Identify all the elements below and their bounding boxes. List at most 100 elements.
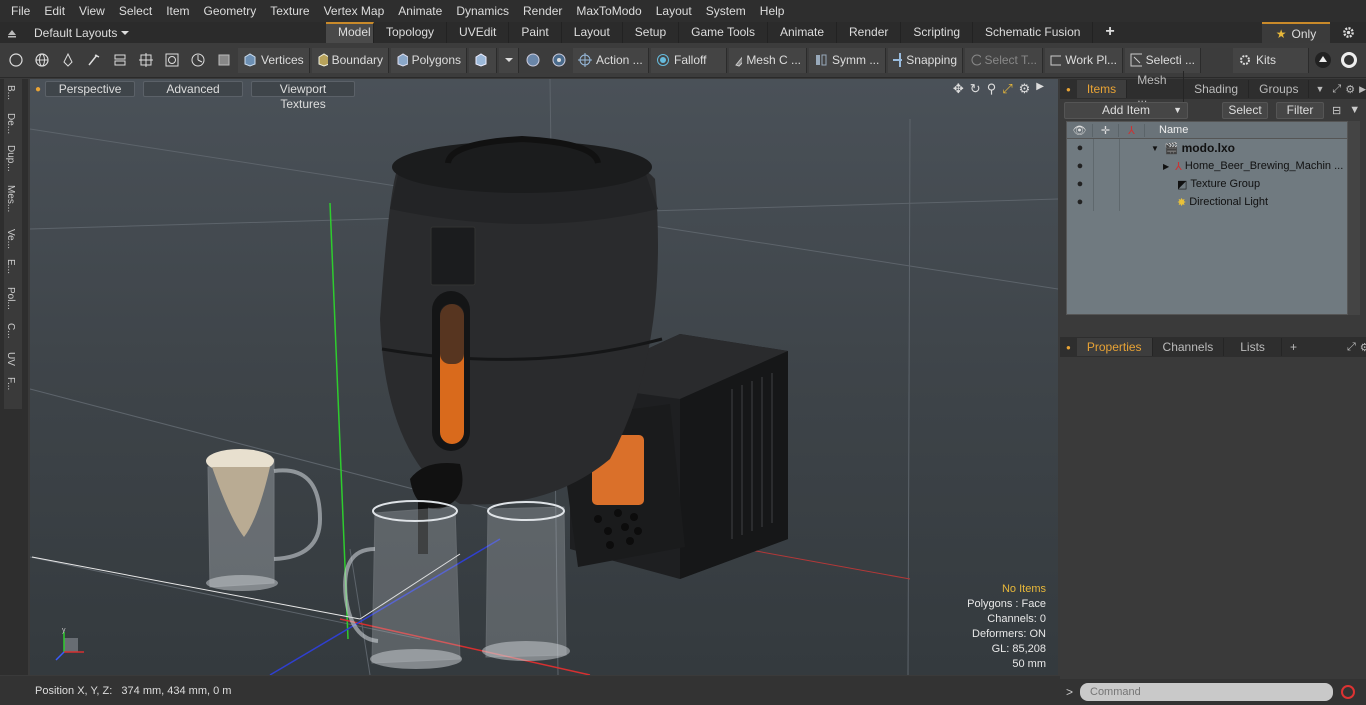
funnel-icon[interactable]: ▼	[1349, 104, 1360, 116]
tree-row-mesh[interactable]: ● ▶ ⅄ Home_Beer_Brewing_Machin ...	[1067, 157, 1347, 175]
tab-polygon[interactable]: Pol...	[5, 287, 16, 310]
tab-curve[interactable]: C...	[5, 323, 16, 339]
item-list-scrollbar[interactable]	[1348, 121, 1360, 315]
snapping-button[interactable]: Snapping	[888, 47, 963, 73]
menu-vertex-map[interactable]: Vertex Map	[317, 0, 392, 22]
fit-icon[interactable]: ⤢	[1002, 81, 1012, 97]
collapse-icon[interactable]: ⊟	[1332, 104, 1341, 117]
select-button[interactable]: Select	[1222, 101, 1268, 119]
shield-icon[interactable]	[212, 48, 236, 73]
eye-icon[interactable]: ●	[1067, 142, 1093, 154]
box-select-icon[interactable]	[160, 48, 184, 73]
tab-paint[interactable]: Paint	[509, 22, 562, 43]
viewport-menu-dot[interactable]: ●	[35, 84, 41, 95]
work-plane-button[interactable]: Work Pl...	[1045, 47, 1123, 73]
tab-uv[interactable]: UV	[5, 352, 16, 366]
tab-fusion[interactable]: F...	[5, 377, 16, 390]
tab-game-tools[interactable]: Game Tools	[679, 22, 768, 43]
menu-geometry[interactable]: Geometry	[197, 0, 264, 22]
rotate-icon[interactable]: ↻	[970, 81, 981, 97]
panel-arrow-icon[interactable]: ▶	[1359, 84, 1366, 95]
tab-scripting[interactable]: Scripting	[901, 22, 974, 43]
only-button[interactable]: ★ Only	[1262, 22, 1330, 43]
tree-row-directional-light[interactable]: ● ✸ Directional Light	[1067, 193, 1347, 211]
item-mode-button[interactable]	[469, 47, 497, 73]
tab-schematic-fusion[interactable]: Schematic Fusion	[973, 22, 1094, 43]
mode-dropdown[interactable]	[499, 47, 519, 73]
kits-button[interactable]: Kits	[1233, 47, 1309, 73]
menu-texture[interactable]: Texture	[263, 0, 316, 22]
menu-edit[interactable]: Edit	[37, 0, 72, 22]
tab-deform[interactable]: De...	[5, 113, 16, 134]
add-tab-button[interactable]: +	[1093, 22, 1126, 43]
eye-icon[interactable]: ●	[1067, 196, 1093, 208]
gear-icon[interactable]	[1342, 26, 1355, 39]
menu-render[interactable]: Render	[516, 0, 569, 22]
zoom-icon[interactable]: ⚲	[987, 81, 997, 97]
panel-expand-icon[interactable]: ⤢	[1332, 83, 1341, 96]
panel-settings-icon[interactable]: ⚙	[1345, 83, 1355, 96]
layouts-dropdown[interactable]: Default Layouts	[0, 22, 320, 43]
falloff-button[interactable]: Falloff	[651, 47, 727, 73]
brush-icon[interactable]	[82, 48, 106, 73]
viewport-settings-icon[interactable]: ⚙	[1019, 81, 1031, 97]
tab-render[interactable]: Render	[837, 22, 902, 43]
timer-icon[interactable]	[186, 48, 210, 73]
menu-file[interactable]: File	[4, 0, 37, 22]
expand-arrow-icon[interactable]: ▶	[1036, 81, 1044, 97]
panel-menu-dot[interactable]: ●	[1066, 85, 1071, 94]
menu-layout[interactable]: Layout	[649, 0, 699, 22]
globe-icon[interactable]	[30, 48, 54, 73]
action-center-button[interactable]: Action ...	[573, 47, 649, 73]
menu-select[interactable]: Select	[112, 0, 159, 22]
3d-viewport[interactable]: ● Perspective Advanced Viewport Textures…	[30, 79, 1058, 675]
eye-icon[interactable]: ●	[1067, 178, 1093, 190]
select-through-button[interactable]: Select T...	[965, 47, 1043, 73]
eye-icon[interactable]: ●	[1067, 160, 1093, 172]
menu-system[interactable]: System	[699, 0, 753, 22]
tab-uvedit[interactable]: UVEdit	[447, 22, 510, 43]
menu-view[interactable]: View	[72, 0, 112, 22]
tab-lists[interactable]: Lists	[1224, 338, 1282, 356]
circle-select-icon[interactable]	[4, 48, 28, 73]
name-column-header[interactable]: Name	[1145, 124, 1188, 136]
panel-menu-dot[interactable]: ●	[1066, 343, 1071, 352]
command-input[interactable]	[1080, 683, 1333, 701]
pen-tool-icon[interactable]	[56, 48, 80, 73]
mesh-constraint-button[interactable]: Mesh C ...	[729, 47, 807, 73]
vertices-button[interactable]: Vertices	[238, 47, 310, 73]
tab-model[interactable]: Model	[326, 22, 374, 43]
unreal-icon[interactable]	[1337, 48, 1361, 73]
tab-mesh-edit[interactable]: Mes...	[5, 185, 16, 212]
lock-column-icon[interactable]: ✛	[1093, 123, 1119, 137]
menu-animate[interactable]: Animate	[391, 0, 449, 22]
add-tab-icon[interactable]: +	[1290, 340, 1297, 354]
tab-vertex[interactable]: Ve...	[5, 229, 16, 249]
material-icon[interactable]	[521, 48, 545, 73]
tab-items[interactable]: Items	[1076, 80, 1128, 98]
record-icon[interactable]	[1340, 684, 1356, 700]
panel-settings-icon[interactable]: ⚙	[1360, 341, 1366, 354]
tab-groups[interactable]: Groups	[1249, 80, 1310, 98]
filter-button[interactable]: Filter	[1276, 101, 1324, 119]
settings-cube-icon[interactable]	[547, 48, 571, 73]
viewport-textures-button[interactable]: Viewport Textures	[251, 81, 356, 111]
view-mode-button[interactable]: Perspective	[45, 81, 136, 97]
menu-item[interactable]: Item	[159, 0, 196, 22]
panel-expand-icon[interactable]: ⤢	[1347, 341, 1356, 354]
visibility-column-icon[interactable]: 👁	[1067, 123, 1093, 137]
polygons-button[interactable]: Polygons	[391, 47, 467, 73]
transform-icon[interactable]	[134, 48, 158, 73]
tab-duplicate[interactable]: Dup...	[5, 145, 16, 172]
tab-shading[interactable]: Shading	[1184, 80, 1250, 98]
tab-channels[interactable]: Channels	[1153, 338, 1225, 356]
menu-maxtomodo[interactable]: MaxToModo	[569, 0, 648, 22]
menu-help[interactable]: Help	[753, 0, 792, 22]
tab-setup[interactable]: Setup	[623, 22, 680, 43]
render-column-icon[interactable]: ⅄	[1119, 123, 1145, 137]
tab-animate[interactable]: Animate	[768, 22, 837, 43]
pan-icon[interactable]: ✥	[953, 81, 964, 97]
tab-topology[interactable]: Topology	[374, 22, 448, 43]
align-icon[interactable]	[108, 48, 132, 73]
shading-mode-button[interactable]: Advanced	[143, 81, 244, 97]
